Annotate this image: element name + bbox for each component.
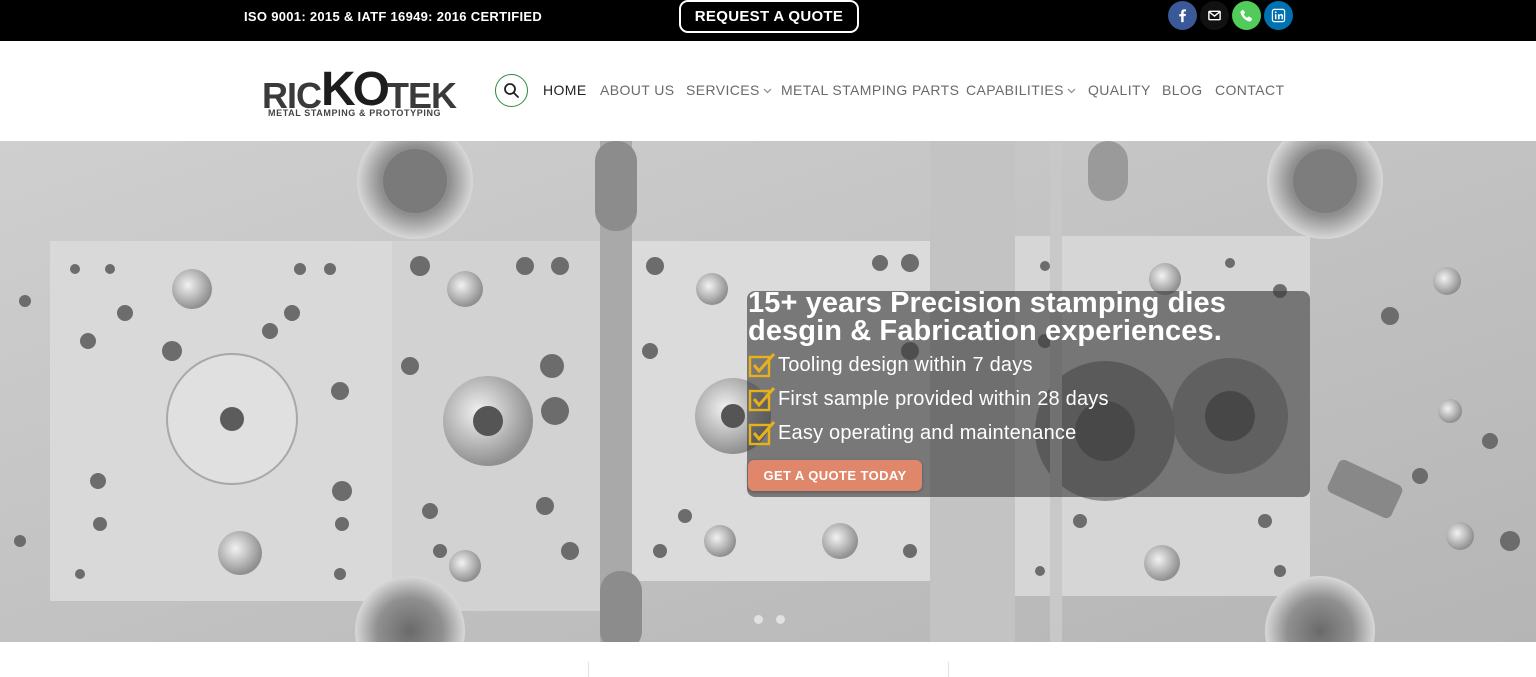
certification-text: ISO 9001: 2015 & IATF 16949: 2016 CERTIF…: [244, 9, 543, 24]
column-divider: [948, 662, 949, 677]
feature-text: Easy operating and maintenance: [778, 421, 1077, 444]
hero-title-line-2: desgin & Fabrication experiences.: [748, 315, 1222, 347]
nav-services[interactable]: SERVICES: [686, 82, 772, 98]
feature-text: First sample provided within 28 days: [778, 387, 1109, 410]
search-button[interactable]: [495, 74, 528, 107]
nav-about-us[interactable]: ABOUT US: [600, 82, 675, 98]
logo-wordmark: RICKOTEK: [262, 63, 457, 116]
top-bar: ISO 9001: 2015 & IATF 16949: 2016 CERTIF…: [0, 0, 1536, 41]
phone-icon[interactable]: [1232, 1, 1261, 30]
column-divider: [588, 662, 589, 677]
request-quote-button[interactable]: REQUEST A QUOTE: [679, 0, 859, 33]
slider-dot[interactable]: [776, 615, 785, 624]
nav-capabilities-label: CAPABILITIES: [966, 82, 1064, 98]
feature-item: First sample provided within 28 days: [748, 384, 1109, 414]
site-header: RICKOTEK METAL STAMPING & PROTOTYPING HO…: [0, 41, 1536, 141]
rickotek-logo[interactable]: RICKOTEK METAL STAMPING & PROTOTYPING: [262, 66, 458, 122]
slider-dot[interactable]: [754, 615, 763, 624]
nav-metal-stamping-parts[interactable]: METAL STAMPING PARTS: [781, 82, 959, 98]
nav-home[interactable]: HOME: [543, 82, 587, 98]
nav-capabilities[interactable]: CAPABILITIES: [966, 82, 1076, 98]
nav-services-label: SERVICES: [686, 82, 760, 98]
logo-tagline: METAL STAMPING & PROTOTYPING: [268, 108, 442, 118]
search-icon: [504, 83, 519, 98]
facebook-icon[interactable]: [1168, 1, 1197, 30]
nav-blog[interactable]: BLOG: [1162, 82, 1203, 98]
chevron-down-icon: [763, 88, 772, 94]
chevron-down-icon: [1067, 88, 1076, 94]
checkbox-check-icon: [748, 353, 776, 378]
checkbox-check-icon: [748, 387, 776, 412]
hero-title: 15+ years Precision stamping dies desgin…: [748, 287, 1227, 347]
content-section: [0, 642, 1536, 677]
feature-item: Easy operating and maintenance: [748, 418, 1076, 448]
linkedin-icon[interactable]: [1264, 1, 1293, 30]
mail-icon[interactable]: [1200, 1, 1229, 30]
nav-quality[interactable]: QUALITY: [1088, 82, 1151, 98]
nav-contact[interactable]: CONTACT: [1215, 82, 1284, 98]
feature-text: Tooling design within 7 days: [778, 353, 1033, 376]
get-quote-button[interactable]: GET A QUOTE TODAY: [748, 460, 922, 491]
feature-item: Tooling design within 7 days: [748, 350, 1033, 380]
checkbox-check-icon: [748, 421, 776, 446]
hero-title-line-1: 15+ years Precision stamping dies: [748, 287, 1227, 319]
hero-slider: 15+ years Precision stamping dies desgin…: [0, 141, 1536, 642]
